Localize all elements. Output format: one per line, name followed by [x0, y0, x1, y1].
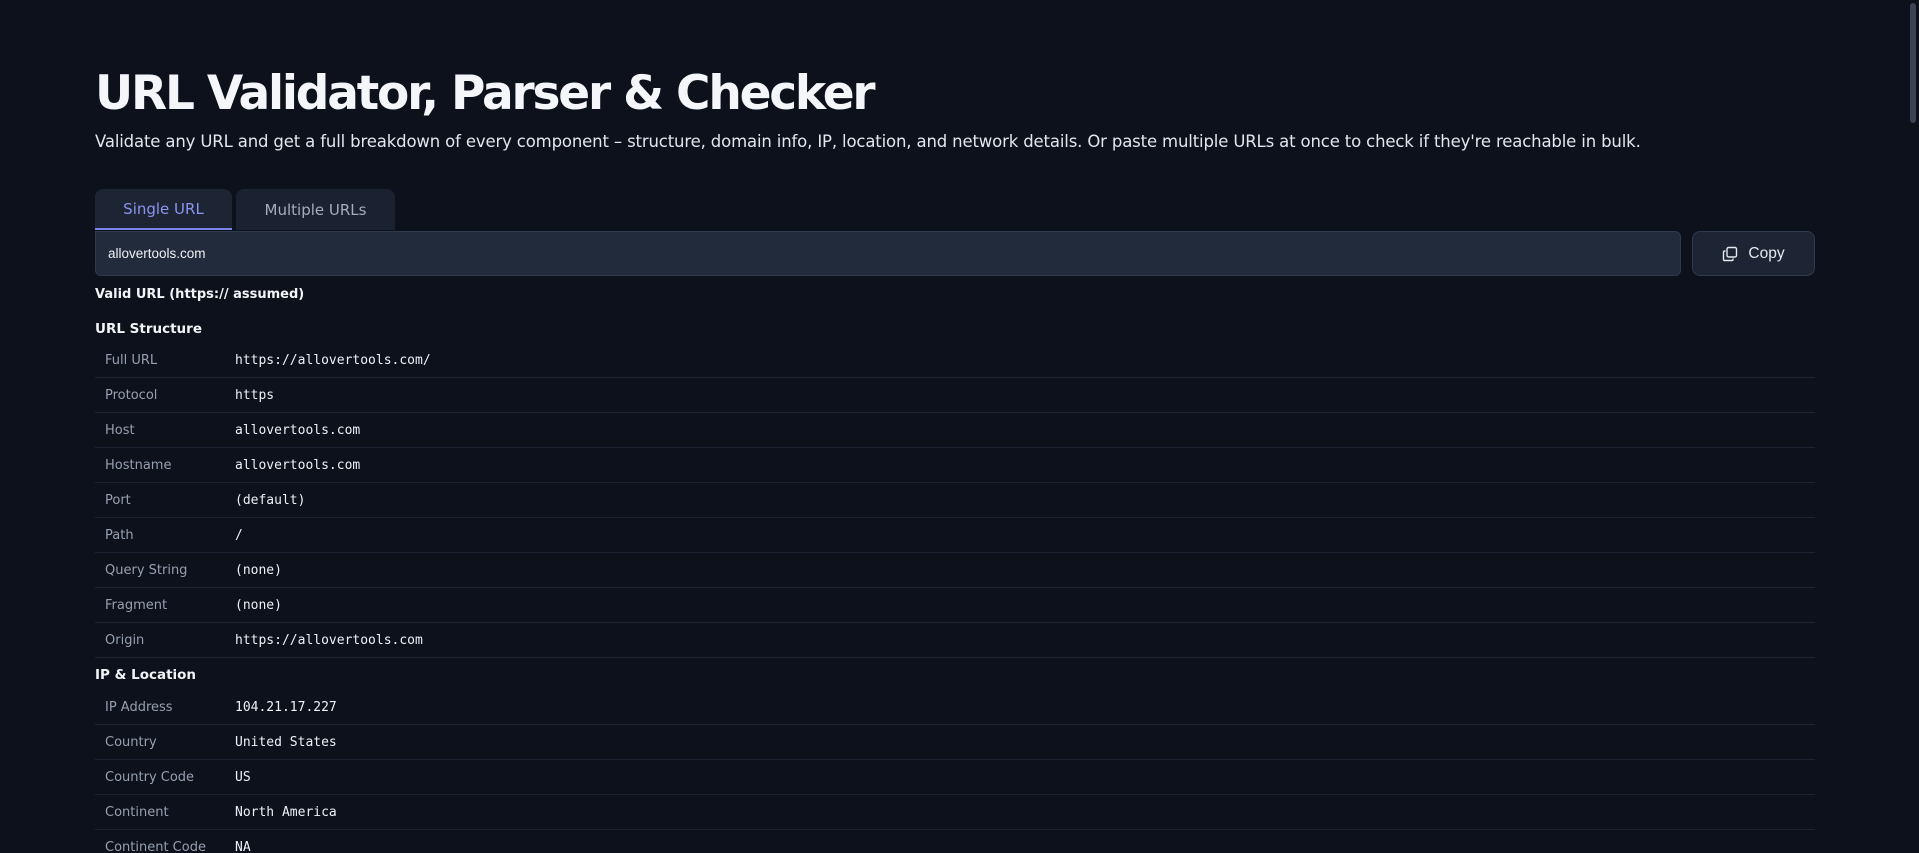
scrollbar-thumb[interactable]	[1910, 3, 1916, 123]
row-key: Fragment	[105, 597, 168, 613]
row-value: allovertools.com	[235, 457, 361, 473]
row-value: United States	[235, 734, 337, 750]
row-key: Protocol	[105, 387, 158, 403]
row-key: Path	[105, 527, 134, 543]
table-row: Country Code US	[95, 760, 1815, 795]
copy-button[interactable]: Copy	[1692, 231, 1815, 276]
table-row: Port (default)	[95, 483, 1815, 518]
table-row: Query String (none)	[95, 553, 1815, 588]
table-row: Protocol https	[95, 378, 1815, 413]
row-key: Port	[105, 492, 131, 508]
row-value: (none)	[235, 597, 282, 613]
copy-button-label: Copy	[1748, 244, 1785, 262]
table-row: Origin https://allovertools.com	[95, 623, 1815, 658]
row-key: Continent	[105, 804, 169, 820]
validation-status: Valid URL (https:// assumed)	[95, 287, 305, 302]
url-input[interactable]	[95, 231, 1681, 276]
mode-tabs: Single URL Multiple URLs	[95, 189, 395, 230]
section-title-ip-location: IP & Location	[95, 667, 197, 683]
row-value: NA	[235, 839, 251, 853]
row-value: https	[235, 387, 275, 403]
url-structure-table: Full URL https://allovertools.com/ Protoc…	[95, 343, 1815, 658]
row-key: Country	[105, 734, 157, 750]
row-value: 104.21.17.227	[235, 699, 337, 715]
row-value: (default)	[235, 492, 306, 508]
page-scrollbar[interactable]	[1907, 0, 1919, 853]
row-value: (none)	[235, 562, 282, 578]
row-value: North America	[235, 804, 337, 820]
row-value: https://allovertools.com	[235, 632, 423, 648]
row-key: IP Address	[105, 699, 173, 715]
page: URL Validator, Parser & Checker Validate…	[0, 0, 1919, 853]
table-row: Continent North America	[95, 795, 1815, 830]
row-key: Full URL	[105, 352, 158, 368]
table-row: Country United States	[95, 725, 1815, 760]
table-row: Path /	[95, 518, 1815, 553]
table-row: Fragment (none)	[95, 588, 1815, 623]
row-key: Query String	[105, 562, 188, 578]
table-row: Host allovertools.com	[95, 413, 1815, 448]
row-value: allovertools.com	[235, 422, 361, 438]
section-title-url-structure: URL Structure	[95, 321, 202, 337]
copy-icon	[1723, 246, 1738, 261]
row-key: Host	[105, 422, 135, 438]
row-value: https://allovertools.com/	[235, 352, 431, 368]
table-row: IP Address 104.21.17.227	[95, 690, 1815, 725]
row-key: Country Code	[105, 769, 195, 785]
row-key: Origin	[105, 632, 145, 648]
page-subtitle: Validate any URL and get a full breakdow…	[95, 132, 1641, 151]
table-row: Continent Code NA	[95, 830, 1815, 853]
tab-single-url[interactable]: Single URL	[95, 189, 232, 230]
page-title: URL Validator, Parser & Checker	[95, 66, 876, 121]
table-row: Hostname allovertools.com	[95, 448, 1815, 483]
row-value: /	[235, 527, 243, 543]
tab-multiple-urls[interactable]: Multiple URLs	[236, 189, 395, 230]
row-value: US	[235, 769, 251, 785]
ip-location-table: IP Address 104.21.17.227 Country United St…	[95, 690, 1815, 853]
row-key: Continent Code	[105, 839, 206, 853]
table-row: Full URL https://allovertools.com/	[95, 343, 1815, 378]
row-key: Hostname	[105, 457, 172, 473]
